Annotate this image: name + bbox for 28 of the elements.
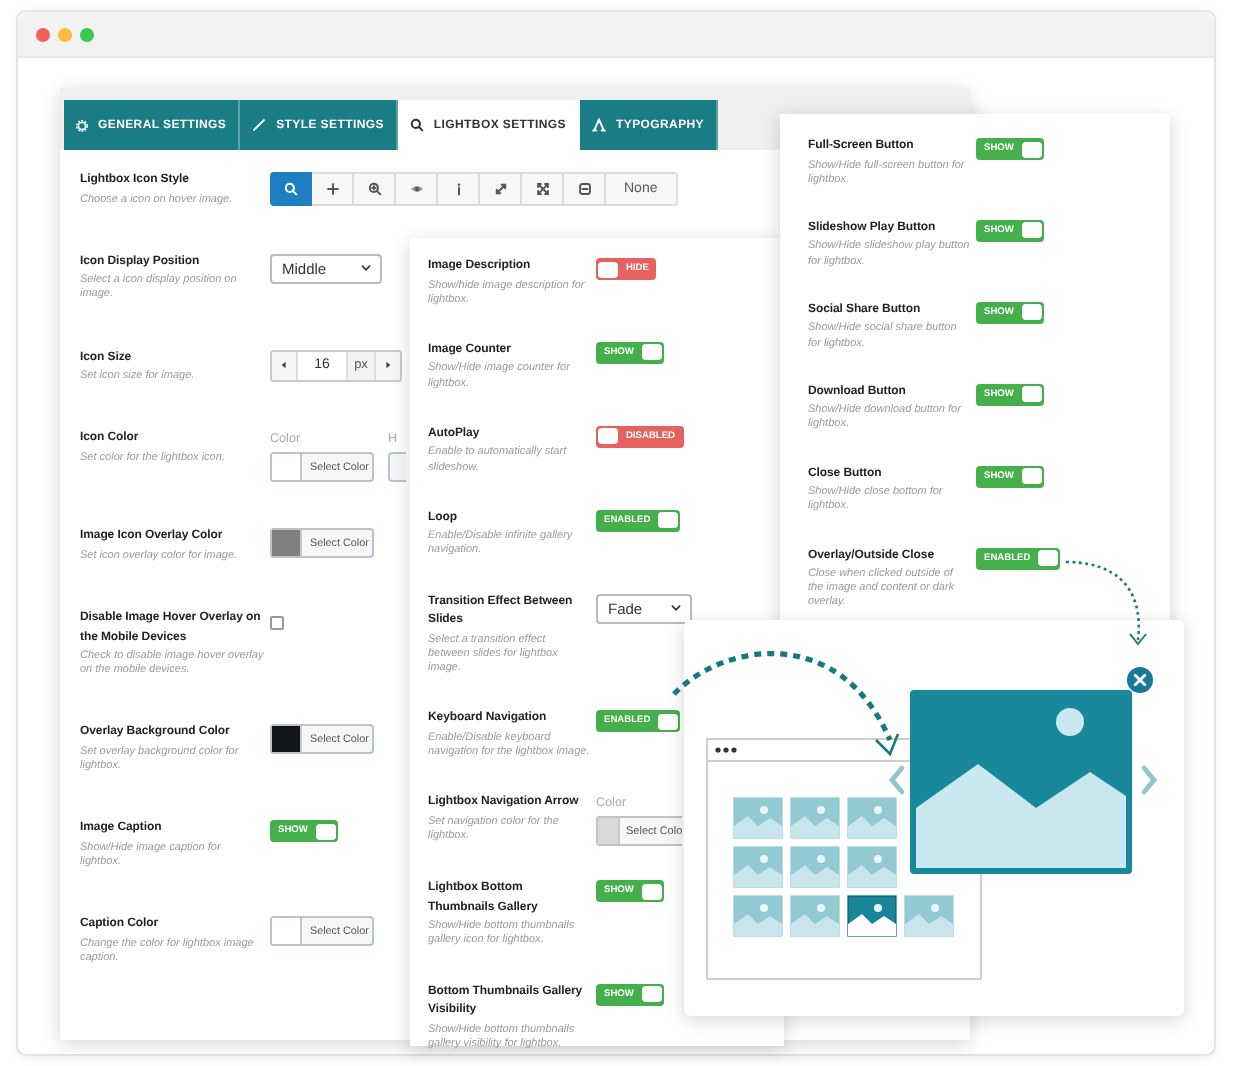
decrement-button[interactable] — [272, 351, 296, 380]
maximize-window-button[interactable] — [80, 27, 94, 41]
eye-icon — [409, 182, 423, 196]
expand-icon — [493, 182, 507, 196]
chevron-down-icon — [670, 602, 682, 615]
caret-left-icon — [280, 360, 288, 371]
typography-icon — [592, 118, 606, 132]
option-button[interactable] — [270, 172, 312, 206]
caret-right-icon — [384, 360, 392, 371]
chevron-down-icon — [360, 262, 372, 275]
search-icon — [409, 118, 424, 132]
increment-button[interactable] — [376, 351, 400, 380]
plus-icon — [325, 182, 339, 196]
minimize-window-button[interactable] — [58, 27, 72, 41]
close-icon[interactable] — [1127, 667, 1153, 693]
close-window-button[interactable] — [36, 27, 50, 41]
pencil-icon — [252, 118, 267, 132]
color-picker-button[interactable] — [388, 452, 406, 483]
zoom-in-icon — [367, 182, 381, 196]
chevron-right-icon[interactable] — [1141, 765, 1158, 795]
gear-icon — [76, 119, 88, 131]
image-icon — [910, 690, 1132, 874]
chevron-left-icon[interactable] — [888, 765, 905, 795]
compress-icon — [535, 182, 549, 196]
dotted-arrow — [1065, 560, 1147, 646]
search-icon — [284, 182, 298, 196]
minus-square-icon — [577, 182, 591, 196]
checkbox[interactable] — [270, 616, 284, 631]
